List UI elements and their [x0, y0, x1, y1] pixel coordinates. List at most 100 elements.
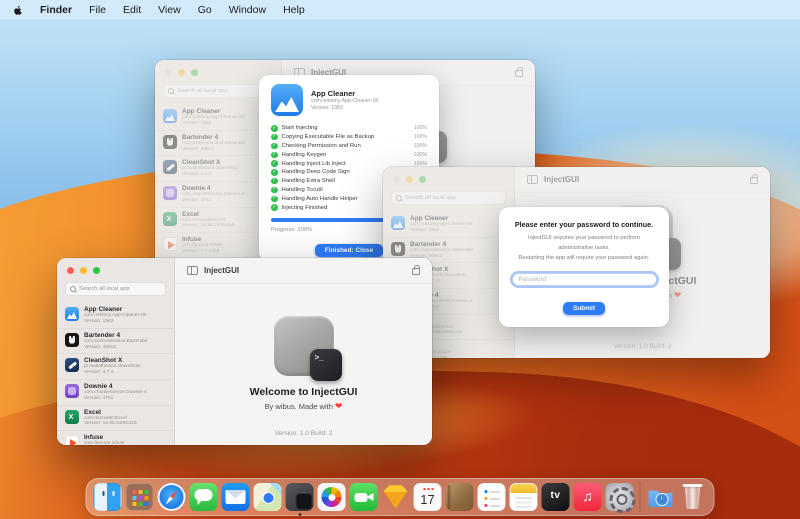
check-circle-icon	[271, 125, 278, 132]
menu-item[interactable]: Help	[283, 4, 305, 16]
step-label: Handling Auto Handle Helper	[281, 195, 358, 202]
step-label: Handling Extra Shell	[281, 178, 335, 185]
submit-button[interactable]: Submit	[562, 301, 606, 315]
app-version: Version: 16.88.24081116	[84, 421, 137, 427]
traffic-lights	[57, 258, 174, 279]
check-circle-icon	[271, 160, 278, 167]
excel-icon	[65, 409, 79, 424]
zoom-button[interactable]	[93, 267, 100, 274]
injectgui-app-icon	[273, 316, 342, 381]
check-circle-icon	[271, 186, 278, 194]
injection-step: Copying Executable File as Backup 100%	[271, 133, 427, 142]
menu-item[interactable]: Edit	[123, 4, 141, 16]
app-list-item[interactable]: App Cleaner com.nektony.App-Cleaner-SII …	[57, 303, 174, 328]
dialog-app-version: Version: 1983	[311, 104, 343, 111]
sidebar-toggle-icon[interactable]	[187, 266, 198, 275]
check-circle-icon	[271, 151, 278, 159]
app-name: Excel	[84, 408, 101, 416]
terminal-badge-icon	[309, 349, 342, 381]
injection-step: Start Injecting 100%	[271, 124, 427, 133]
finished-close-button[interactable]: Finished: Close	[314, 244, 384, 258]
menu-item[interactable]: View	[158, 4, 181, 16]
app-list-item[interactable]: Bartender 4 com.surteesstudios.Bartender…	[57, 327, 174, 354]
password-dialog-text: InjectGUI requires your password to perf…	[528, 235, 640, 251]
check-circle-icon	[271, 142, 278, 150]
app-bundle-id: com.firecore.infuse	[84, 441, 125, 445]
step-label: Handling Deep Code Sign	[281, 169, 350, 176]
reminders-dock-icon[interactable]	[477, 483, 506, 511]
search-input[interactable]: Search all local app	[65, 282, 166, 296]
menu-item[interactable]: Window	[229, 4, 266, 16]
mail-dock-icon[interactable]	[221, 483, 250, 511]
apple-logo-icon[interactable]	[12, 3, 23, 16]
step-label: Handling Inject Lib Inject	[281, 160, 346, 167]
downie-icon	[65, 383, 79, 398]
check-circle-icon	[271, 169, 278, 176]
safari-dock-icon[interactable]	[157, 483, 186, 511]
app-cleaner-icon	[65, 307, 79, 321]
step-label: Handling Keygen	[281, 151, 327, 158]
minimize-button[interactable]	[80, 267, 87, 274]
step-label: Start Injecting	[281, 125, 318, 132]
search-icon	[70, 286, 76, 292]
trash-dock-icon[interactable]	[679, 483, 707, 511]
app-list-item[interactable]: Downie 4 com.charliemonroe.Downie-4 Vers…	[57, 378, 174, 405]
welcome-version: Version: 1.0 Build: 2	[274, 430, 333, 437]
menu-bar: Finder File Edit View Go Window Help	[0, 0, 800, 19]
lock-icon[interactable]	[412, 264, 420, 275]
step-label: Handling Tccutil	[281, 186, 323, 193]
app-name: Downie 4	[84, 382, 113, 390]
title-bar: InjectGUI	[175, 258, 432, 284]
check-circle-icon	[271, 133, 278, 141]
heart-icon: ❤	[334, 401, 343, 411]
password-input[interactable]	[511, 272, 657, 286]
dock: 17 tv	[85, 478, 715, 516]
search-placeholder: Search all local app	[79, 286, 130, 292]
notes-dock-icon[interactable]	[509, 483, 538, 511]
finder-dock-icon[interactable]	[93, 483, 122, 511]
step-percent: 100%	[413, 134, 427, 141]
sketch-dock-icon[interactable]	[383, 485, 408, 509]
password-dialog: Please enter your password to continue. …	[499, 207, 669, 327]
sidebar: Search all local app App Cleaner com.nek…	[57, 258, 175, 445]
menu-item[interactable]: Finder	[40, 4, 72, 16]
injectgui-dock-icon[interactable]	[285, 483, 314, 516]
app-list: App Cleaner com.nektony.App-Cleaner-SII …	[57, 303, 174, 445]
photos-dock-icon[interactable]	[317, 483, 346, 511]
app-list-item[interactable]: Excel com.microsoft.Excel Version: 16.88…	[57, 404, 174, 431]
music-dock-icon[interactable]	[573, 483, 602, 511]
messages-dock-icon[interactable]	[189, 483, 218, 511]
apple-tv-dock-icon[interactable]: tv	[541, 483, 570, 511]
desktop: Finder File Edit View Go Window Help Search al…	[0, 0, 800, 519]
dialog-app-name: App Cleaner	[311, 88, 356, 98]
welcome-content: Welcome to InjectGUI By wibus. Made with…	[175, 284, 432, 445]
welcome-byline: By wibus. Made with	[264, 402, 333, 411]
check-circle-icon	[271, 204, 278, 211]
launchpad-dock-icon[interactable]	[125, 483, 154, 511]
welcome-heading: Welcome to InjectGUI	[249, 386, 358, 398]
app-version: Version: 4.7.3	[84, 370, 114, 376]
facetime-dock-icon[interactable]	[349, 483, 378, 511]
app-name: Bartender 4	[84, 331, 121, 339]
app-list-item[interactable]: Infuse com.firecore.infuse Version: 7.7.…	[57, 430, 174, 445]
injectgui-window-welcome: Search all local app App Cleaner com.nek…	[57, 258, 432, 445]
step-label: Copying Executable File as Backup	[281, 134, 375, 141]
step-percent: 100%	[413, 160, 427, 167]
cleanshot-icon	[65, 358, 79, 373]
tv-label: tv	[550, 490, 561, 501]
contacts-dock-icon[interactable]	[445, 483, 474, 511]
app-version: Version: 4751	[84, 395, 114, 401]
menu-item[interactable]: Go	[198, 4, 212, 16]
calendar-dock-icon[interactable]: 17	[413, 483, 442, 511]
menu-item[interactable]: File	[89, 4, 106, 16]
downloads-folder-dock-icon[interactable]	[647, 483, 675, 511]
injection-step: Checking Permission and Run 100%	[271, 142, 427, 151]
close-button[interactable]	[67, 267, 74, 274]
maps-dock-icon[interactable]	[253, 483, 282, 511]
password-dialog-heading: Please enter your password to continue.	[514, 220, 654, 229]
calendar-day: 17	[420, 492, 435, 507]
step-percent: 100%	[413, 142, 427, 149]
system-settings-dock-icon[interactable]	[605, 483, 636, 513]
check-circle-icon	[271, 195, 278, 203]
app-list-item[interactable]: CleanShot X pl.maketheweb.cleanshotx Ver…	[57, 353, 174, 379]
